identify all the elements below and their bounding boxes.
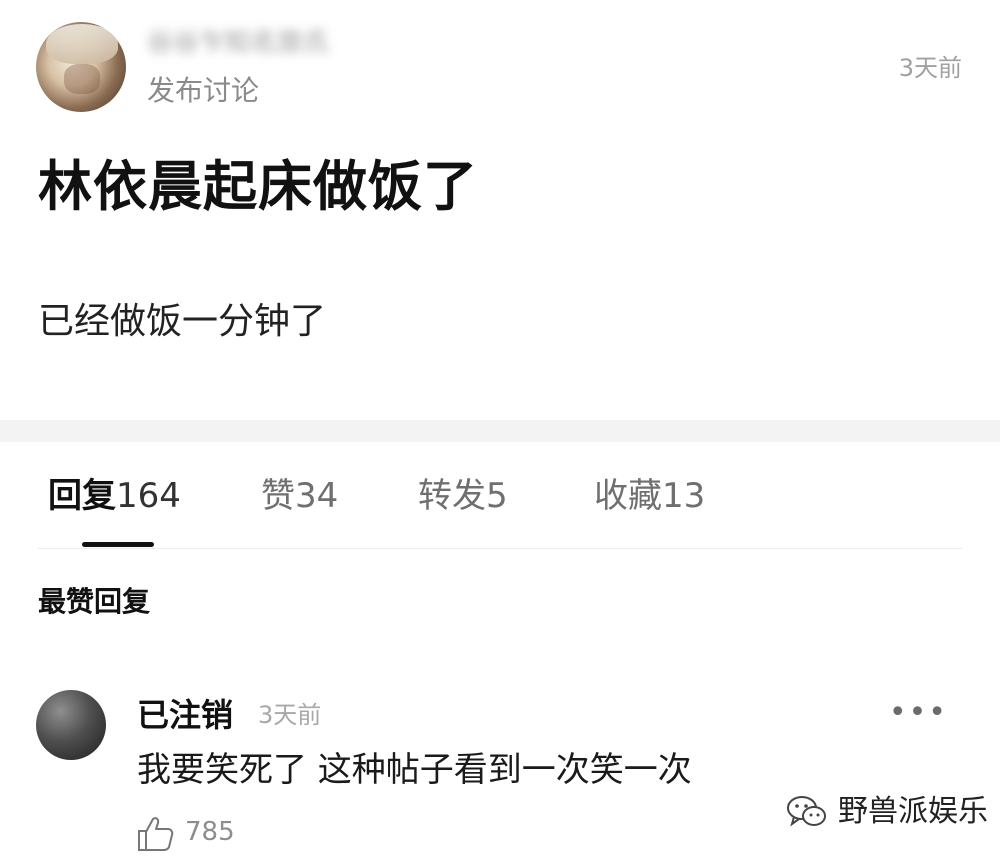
tab-reposts-count: 5 <box>486 476 508 516</box>
watermark-text: 野兽派娱乐 <box>838 794 988 829</box>
post-title: 林依晨起床做饭了 <box>38 155 478 218</box>
tab-favorites-label: 收藏 <box>594 476 662 516</box>
tab-reposts[interactable]: 转发5 <box>418 470 508 522</box>
reply-avatar[interactable] <box>36 690 106 760</box>
reply-time: 3天前 <box>258 701 322 729</box>
post-type-label: 发布讨论 <box>147 74 260 107</box>
post-body: 已经做饭一分钟了 <box>38 301 327 342</box>
post-tabs: 回复164 赞34 转发5 收藏13 <box>38 470 962 549</box>
tab-replies-count: 164 <box>116 476 181 516</box>
author-name[interactable]: 谷谷乍知名旅氏 <box>147 24 397 62</box>
reply-author-name[interactable]: 已注销 <box>137 694 233 736</box>
top-replies-heading: 最赞回复 <box>38 585 151 618</box>
tab-reposts-label: 转发 <box>418 476 486 516</box>
watermark: 野兽派娱乐 <box>786 790 988 834</box>
tab-favorites[interactable]: 收藏13 <box>594 470 705 522</box>
tab-likes[interactable]: 赞34 <box>261 470 338 522</box>
author-avatar[interactable] <box>36 22 126 112</box>
tab-favorites-count: 13 <box>662 476 706 516</box>
reply-text: 我要笑死了 这种帖子看到一次笑一次 <box>137 750 692 790</box>
tab-likes-count: 34 <box>295 476 339 516</box>
active-tab-indicator <box>82 542 154 547</box>
reply-like-count: 785 <box>185 817 235 847</box>
section-divider <box>0 420 1000 442</box>
tab-replies[interactable]: 回复164 <box>48 470 181 522</box>
more-options-icon[interactable]: ••• <box>889 698 948 728</box>
tab-replies-label: 回复 <box>48 476 116 516</box>
post-header: 谷谷乍知名旅氏 发布讨论 3天前 <box>0 0 1000 130</box>
thumbs-up-icon <box>138 817 174 851</box>
tab-likes-label: 赞 <box>261 476 295 516</box>
post-time: 3天前 <box>898 54 962 82</box>
wechat-icon <box>787 796 826 827</box>
